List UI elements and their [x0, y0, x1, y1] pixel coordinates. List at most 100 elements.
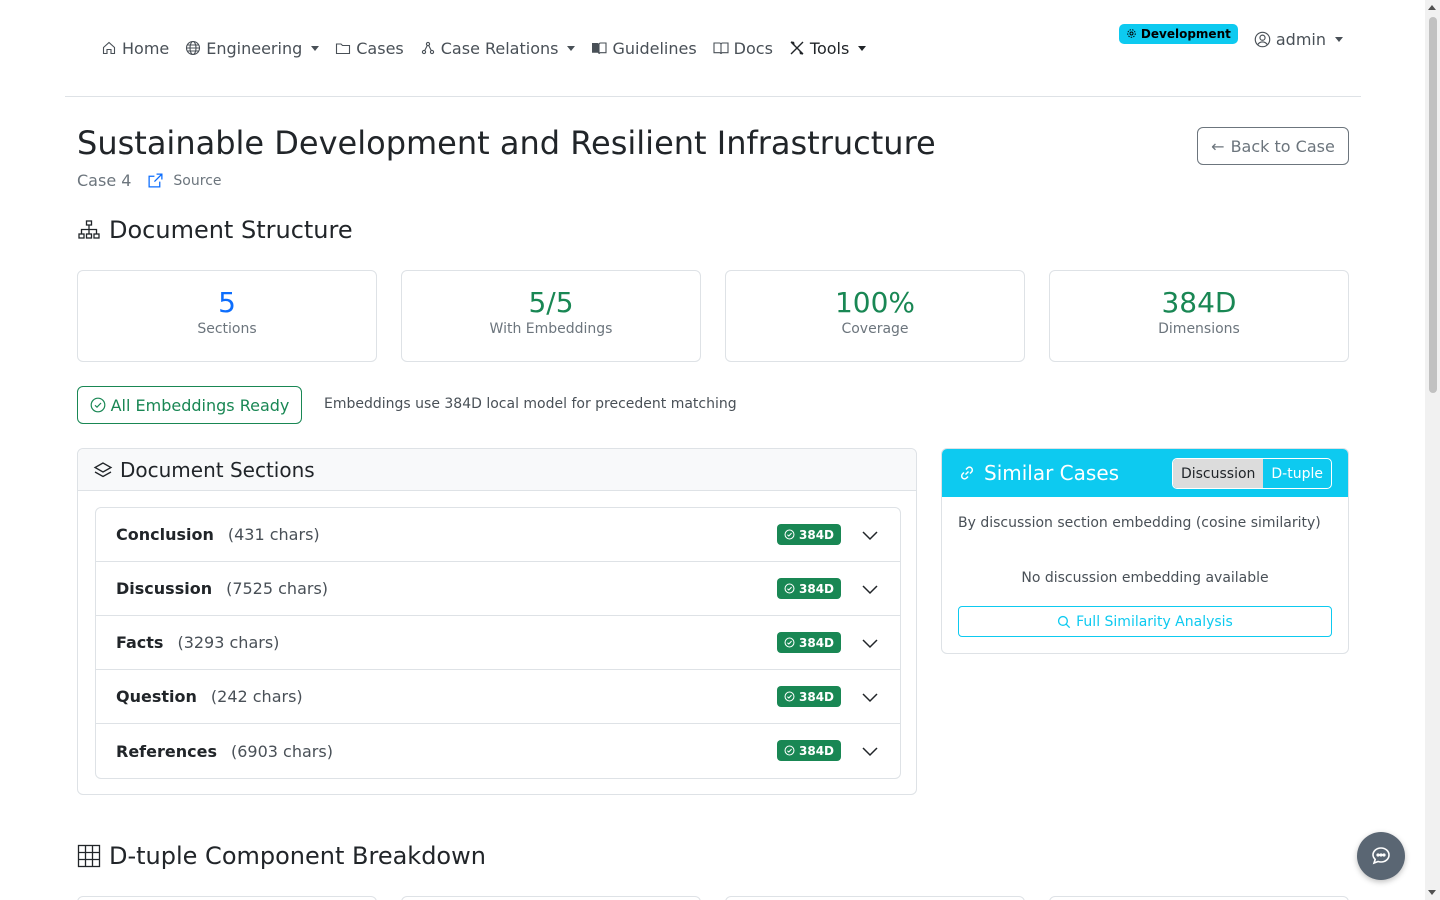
nav-cases[interactable]: Cases: [335, 36, 404, 60]
user-menu[interactable]: admin: [1254, 30, 1343, 49]
case-number: Case 4: [77, 171, 132, 190]
page-title: Sustainable Development and Resilient In…: [77, 124, 936, 162]
stat-value: 5: [218, 286, 236, 319]
toggle-discussion[interactable]: Discussion: [1172, 459, 1264, 488]
section-title: Facts: [116, 633, 164, 652]
stat-card-coverage: 100% Coverage: [725, 270, 1025, 362]
nav-docs-label: Docs: [733, 38, 773, 58]
nav-docs[interactable]: Docs: [713, 36, 773, 60]
nav-engineering-label: Engineering: [206, 38, 303, 58]
embedding-badge: 384D: [777, 578, 842, 599]
nav-home[interactable]: Home: [101, 36, 169, 60]
nav-guidelines-label: Guidelines: [612, 38, 697, 58]
section-title: Conclusion: [116, 525, 214, 544]
chevron-down-icon: [567, 45, 576, 51]
stat-label: Sections: [197, 321, 257, 337]
check-circle-icon: [90, 397, 106, 413]
embedding-badge-label: 384D: [799, 635, 835, 650]
sections-accordion: Conclusion (431 chars) 384D Discussion (…: [95, 507, 901, 779]
arrow-left-icon: ←: [1211, 136, 1225, 156]
dtuple-heading: D-tuple Component Breakdown: [77, 842, 486, 870]
similar-cases-header: Similar Cases Discussion D-tuple: [942, 449, 1348, 497]
section-chars: (242 chars): [210, 687, 303, 706]
nav-links: Home Engineering Cases Case Relations Gu…: [101, 36, 882, 60]
search-icon: [1058, 615, 1071, 628]
page-scrollbar[interactable]: [1425, 0, 1440, 900]
folder-icon: [336, 43, 351, 55]
chevron-down-icon[interactable]: [861, 688, 879, 706]
hierarchy-icon: [78, 220, 100, 239]
embeddings-ready-button[interactable]: All Embeddings Ready: [77, 386, 302, 424]
nav-case-relations[interactable]: Case Relations: [420, 36, 576, 60]
book-icon: [592, 42, 608, 55]
section-row-references[interactable]: References (6903 chars) 384D: [96, 724, 900, 778]
chevron-down-icon: [311, 45, 320, 51]
dtuple-card: [401, 896, 701, 900]
nav-tools[interactable]: Tools: [789, 36, 867, 60]
link-icon: [960, 466, 974, 480]
nav-case-relations-label: Case Relations: [440, 38, 559, 58]
embeddings-note: Embeddings use 384D local model for prec…: [324, 396, 737, 412]
env-badge-label: Development: [1140, 26, 1231, 41]
section-chars: (7525 chars): [226, 579, 329, 598]
embedding-badge-label: 384D: [799, 581, 835, 596]
user-name: admin: [1275, 30, 1326, 49]
chat-button[interactable]: [1357, 832, 1405, 880]
embedding-badge: 384D: [777, 686, 842, 707]
dtuple-card: [1049, 896, 1349, 900]
embedding-badge-label: 384D: [799, 689, 835, 704]
embedding-badge: 384D: [777, 632, 842, 653]
section-chars: (3293 chars): [177, 633, 280, 652]
nav-cases-label: Cases: [356, 38, 404, 58]
section-row-facts[interactable]: Facts (3293 chars) 384D: [96, 616, 900, 670]
embedding-badge-label: 384D: [799, 743, 835, 758]
stat-card-sections: 5 Sections: [77, 270, 377, 362]
dtuple-title: D-tuple Component Breakdown: [109, 842, 486, 870]
full-similarity-button[interactable]: Full Similarity Analysis: [958, 606, 1332, 637]
section-row-discussion[interactable]: Discussion (7525 chars) 384D: [96, 562, 900, 616]
chevron-down-icon[interactable]: [861, 526, 879, 544]
top-navbar: Home Engineering Cases Case Relations Gu…: [65, 0, 1361, 97]
nav-guidelines[interactable]: Guidelines: [591, 36, 697, 60]
stat-value: 384D: [1161, 286, 1237, 319]
back-to-case-button[interactable]: ← Back to Case: [1197, 127, 1349, 165]
check-circle-icon: [784, 745, 795, 756]
section-chars: (431 chars): [227, 525, 320, 544]
document-sections-header: Document Sections: [78, 449, 916, 491]
check-circle-icon: [784, 637, 795, 648]
case-subline: Case 4 Source: [77, 171, 222, 190]
similar-cases-title: Similar Cases: [984, 461, 1120, 485]
section-title: References: [116, 741, 217, 761]
nav-tools-label: Tools: [809, 38, 850, 58]
similarity-mode-toggle: Discussion D-tuple: [1171, 458, 1332, 489]
chevron-down-icon[interactable]: [861, 580, 879, 598]
stat-label: Dimensions: [1158, 321, 1240, 337]
toggle-dtuple[interactable]: D-tuple: [1263, 459, 1331, 488]
nav-engineering[interactable]: Engineering: [185, 36, 320, 60]
layers-icon: [93, 461, 113, 477]
stat-value: 5/5: [528, 286, 574, 319]
scroll-down-arrow[interactable]: [1428, 890, 1436, 895]
scroll-thumb[interactable]: [1429, 17, 1437, 393]
open-book-icon: [713, 42, 729, 55]
house-icon: [102, 41, 116, 55]
env-badge: Development: [1118, 23, 1238, 44]
gear-icon: [1127, 29, 1136, 38]
section-row-conclusion[interactable]: Conclusion (431 chars) 384D: [96, 508, 900, 562]
section-row-question[interactable]: Question (242 chars) 384D: [96, 670, 900, 724]
dtuple-card: [725, 896, 1025, 900]
globe-icon: [186, 40, 201, 56]
section-title: Question: [116, 687, 197, 706]
source-link[interactable]: Source: [147, 172, 222, 189]
chevron-down-icon[interactable]: [861, 634, 879, 652]
scroll-up-arrow[interactable]: [1428, 5, 1436, 10]
check-circle-icon: [784, 691, 795, 702]
section-chars: (6903 chars): [230, 741, 333, 761]
check-circle-icon: [784, 583, 795, 594]
document-structure-heading: Document Structure: [77, 216, 353, 244]
chevron-down-icon[interactable]: [861, 742, 879, 760]
full-similarity-label: Full Similarity Analysis: [1076, 613, 1233, 630]
chat-icon: [1372, 847, 1390, 865]
stat-value: 100%: [834, 286, 916, 319]
embedding-badge: 384D: [777, 524, 842, 545]
